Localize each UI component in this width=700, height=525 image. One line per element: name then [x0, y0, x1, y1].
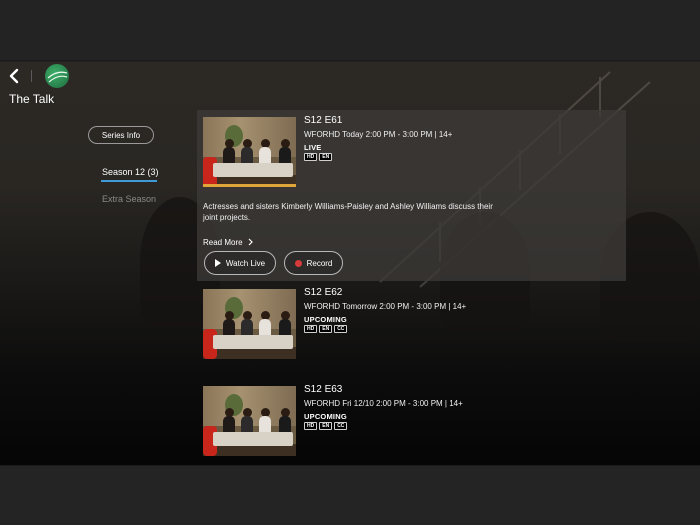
tab-season-12[interactable]: Season 12 (3) [102, 167, 159, 177]
cc-badge: CC [334, 422, 348, 430]
episode-airtime: WFORHD Tomorrow 2:00 PM - 3:00 PM | 14+ [304, 302, 467, 311]
episode-badges: HD EN [304, 153, 333, 161]
episode-airtime: WFORHD Fri 12/10 2:00 PM - 3:00 PM | 14+ [304, 399, 463, 408]
episode-status: UPCOMING [304, 315, 347, 324]
play-icon [214, 259, 221, 267]
read-more-label: Read More [203, 238, 243, 247]
episode-badges: HD EN CC [304, 325, 348, 333]
episode-title: S12 E62 [304, 287, 343, 298]
read-more-link[interactable]: Read More [203, 238, 254, 247]
en-badge: EN [319, 422, 333, 430]
hd-badge: HD [304, 153, 318, 161]
en-badge: EN [319, 325, 333, 333]
episode-description: Actresses and sisters Kimberly Williams-… [203, 202, 493, 222]
hd-badge: HD [304, 422, 318, 430]
active-tab-indicator [101, 180, 157, 182]
cc-badge: CC [334, 325, 348, 333]
watch-live-label: Watch Live [225, 258, 266, 268]
watch-live-button[interactable]: Watch Live [204, 251, 276, 275]
live-progress-bar [203, 184, 296, 187]
episode-thumbnail[interactable] [203, 386, 296, 456]
channel-logo [45, 64, 69, 88]
episode-title: S12 E61 [304, 115, 343, 126]
back-button[interactable] [7, 68, 21, 84]
bottom-bar [0, 465, 700, 525]
record-label: Record [306, 258, 333, 268]
en-badge: EN [319, 153, 333, 161]
record-icon [294, 259, 302, 267]
header-divider [31, 70, 32, 82]
chevron-right-icon [248, 238, 253, 246]
hd-badge: HD [304, 325, 318, 333]
series-info-button[interactable]: Series Info [88, 126, 154, 144]
show-detail-screen: The Talk Series Info Season 12 (3) Extra… [0, 62, 700, 465]
episode-airtime: WFORHD Today 2:00 PM - 3:00 PM | 14+ [304, 130, 453, 139]
episode-status: UPCOMING [304, 412, 347, 421]
chevron-left-icon [9, 68, 19, 84]
globe-logo-icon [47, 71, 68, 83]
episode-status: LIVE [304, 143, 322, 152]
episode-title: S12 E63 [304, 384, 343, 395]
top-bar [0, 0, 700, 61]
show-title: The Talk [9, 92, 55, 106]
record-button[interactable]: Record [284, 251, 343, 275]
episode-badges: HD EN CC [304, 422, 348, 430]
episode-thumbnail[interactable] [203, 289, 296, 359]
tab-extra-season[interactable]: Extra Season [102, 194, 156, 204]
episode-thumbnail[interactable] [203, 117, 296, 187]
